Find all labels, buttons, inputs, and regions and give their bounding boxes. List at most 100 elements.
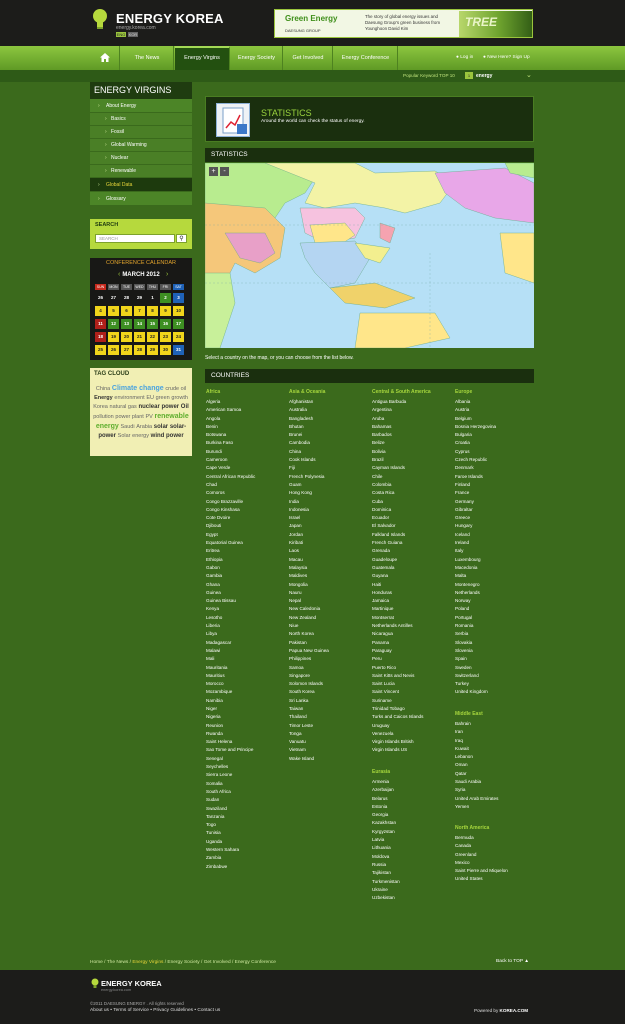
country-link[interactable]: Hungary (455, 522, 535, 530)
country-link[interactable]: Virgin Islands US (372, 746, 452, 754)
country-link[interactable]: Cuba (372, 498, 452, 506)
country-link[interactable]: Lithuania (372, 844, 452, 852)
calendar-day[interactable]: 26 (108, 345, 119, 355)
country-link[interactable]: Belize (372, 439, 452, 447)
signup-link[interactable]: ● New Here? Sign Up (483, 55, 530, 60)
country-link[interactable]: New Caledonia (289, 605, 369, 613)
calendar-day[interactable]: 28 (134, 345, 145, 355)
powered-by-brand[interactable]: KOREA.COM (500, 1008, 529, 1013)
sidebar-item-basics[interactable]: › Basics (90, 113, 192, 126)
breadcrumb-item[interactable]: The News (107, 960, 129, 965)
country-link[interactable]: Papua New Guinea (289, 647, 369, 655)
country-link[interactable]: Iraq (455, 737, 535, 745)
country-link[interactable]: Tajikistan (372, 869, 452, 877)
tag-link[interactable]: Energy (94, 395, 113, 401)
country-link[interactable]: Bahrain (455, 720, 535, 728)
sidebar-item-global-data[interactable]: › Global Data (90, 178, 192, 192)
calendar-day[interactable]: 13 (121, 319, 132, 329)
country-link[interactable]: Equatorial Guinea (206, 539, 286, 547)
country-link[interactable]: Chile (372, 473, 452, 481)
country-link[interactable]: Paraguay (372, 647, 452, 655)
country-link[interactable]: Colombia (372, 481, 452, 489)
country-link[interactable]: United States (455, 875, 535, 883)
sidebar-item-global-warming[interactable]: › Global Warming (90, 139, 192, 152)
country-link[interactable]: Philippines (289, 655, 369, 663)
country-link[interactable]: Finland (455, 481, 535, 489)
country-link[interactable]: South Africa (206, 788, 286, 796)
calendar-day[interactable]: 20 (121, 332, 132, 342)
country-link[interactable]: Faroe Islands (455, 473, 535, 481)
country-link[interactable]: Yemen (455, 803, 535, 811)
country-link[interactable]: El Salvador (372, 522, 452, 530)
country-link[interactable]: Bangladesh (289, 415, 369, 423)
calendar-day[interactable]: 9 (160, 306, 171, 316)
country-link[interactable]: Lesotho (206, 614, 286, 622)
calendar-day[interactable]: 21 (134, 332, 145, 342)
country-link[interactable]: Australia (289, 406, 369, 414)
country-link[interactable]: Germany (455, 498, 535, 506)
calendar-day[interactable]: 5 (108, 306, 119, 316)
country-link[interactable]: Egypt (206, 531, 286, 539)
country-link[interactable]: Bolivia (372, 448, 452, 456)
country-link[interactable]: Greenland (455, 851, 535, 859)
country-link[interactable]: France (455, 489, 535, 497)
country-link[interactable]: Kenya (206, 605, 286, 613)
tag-link[interactable]: growth (171, 395, 188, 401)
country-link[interactable]: Antigua Barbuda (372, 398, 452, 406)
country-link[interactable]: Croatia (455, 439, 535, 447)
country-link[interactable]: Djibouti (206, 522, 286, 530)
country-link[interactable]: Gibraltar (455, 506, 535, 514)
tag-link[interactable]: EU (146, 395, 154, 401)
country-link[interactable]: South Korea (289, 688, 369, 696)
country-link[interactable]: Ecuador (372, 514, 452, 522)
country-link[interactable]: United Kingdom (455, 688, 535, 696)
country-link[interactable]: Somalia (206, 780, 286, 788)
country-link[interactable]: Vanuatu (289, 738, 369, 746)
country-link[interactable]: Saint Vincent (372, 688, 452, 696)
calendar-day[interactable]: 24 (173, 332, 184, 342)
green-energy-banner[interactable]: Green Energy DAESUNG GROUP The story of … (274, 9, 533, 38)
country-link[interactable]: Malaysia (289, 564, 369, 572)
country-link[interactable]: Congo Kinshasa (206, 506, 286, 514)
country-link[interactable]: Jamaica (372, 597, 452, 605)
calendar-day[interactable]: 26 (95, 293, 106, 303)
tag-link[interactable]: environment (114, 395, 144, 401)
tag-link[interactable]: crude oil (165, 386, 186, 392)
country-link[interactable]: Bermuda (455, 834, 535, 842)
country-link[interactable]: Martinique (372, 605, 452, 613)
country-link[interactable]: Gambia (206, 572, 286, 580)
country-link[interactable]: Sao Tome and Principe (206, 746, 286, 754)
country-link[interactable]: Nigeria (206, 713, 286, 721)
sidebar-item-nuclear[interactable]: › Nuclear (90, 152, 192, 165)
country-link[interactable]: Fiji (289, 464, 369, 472)
calendar-day[interactable]: 15 (147, 319, 158, 329)
country-link[interactable]: Ireland (455, 539, 535, 547)
country-link[interactable]: Estonia (372, 803, 452, 811)
country-link[interactable]: Kyrgyzstan (372, 828, 452, 836)
country-link[interactable]: Uzbekistan (372, 894, 452, 902)
site-logo-title[interactable]: ENERGY KOREA (116, 11, 224, 26)
country-link[interactable]: Wake Island (289, 755, 369, 763)
tag-link[interactable]: green (156, 395, 170, 401)
country-link[interactable]: Gabon (206, 564, 286, 572)
calendar-day[interactable]: 28 (121, 293, 132, 303)
breadcrumb-item[interactable]: Home (90, 960, 103, 965)
calendar-next-icon[interactable]: › (166, 271, 168, 278)
country-link[interactable]: Maldives (289, 572, 369, 580)
breadcrumb-item[interactable]: Energy Conference (235, 960, 276, 965)
country-link[interactable]: Niger (206, 705, 286, 713)
country-link[interactable]: Israel (289, 514, 369, 522)
country-link[interactable]: Barbados (372, 431, 452, 439)
country-link[interactable]: India (289, 498, 369, 506)
country-link[interactable]: Seychelles (206, 763, 286, 771)
country-link[interactable]: Netherlands (455, 589, 535, 597)
nav-item-the-news[interactable]: The News (121, 46, 174, 70)
country-link[interactable]: Malta (455, 572, 535, 580)
chevron-down-icon[interactable]: ⌄ (526, 71, 532, 79)
footer-link[interactable]: Terms of Service (113, 1008, 149, 1013)
country-link[interactable]: Western Sahara (206, 846, 286, 854)
country-link[interactable]: Madagascar (206, 639, 286, 647)
country-link[interactable]: North Korea (289, 630, 369, 638)
footer-link[interactable]: Privacy Guidelines (153, 1008, 193, 1013)
country-link[interactable]: United Arab Emirates (455, 795, 535, 803)
